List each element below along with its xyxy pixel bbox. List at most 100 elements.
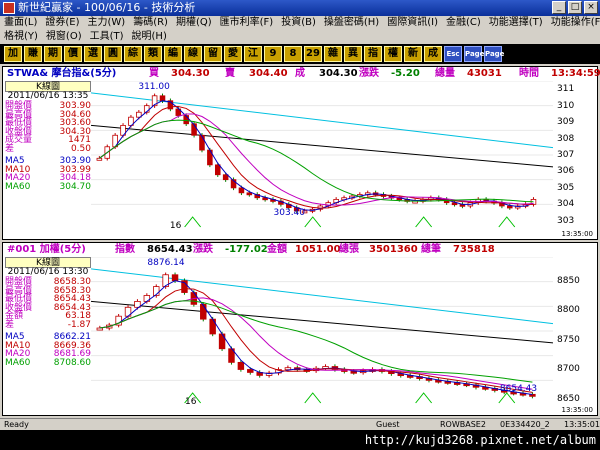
menu-item-3[interactable]: 籌碼(R)	[129, 16, 172, 30]
toolbar-button-12[interactable]: 江	[244, 46, 262, 62]
menu-item-8[interactable]: 國際資訊(I)	[383, 16, 442, 30]
candle	[507, 205, 513, 209]
menu-row-primary: 畫面(L) 證券(E) 主力(W) 籌碼(R) 期權(Q) 匯市利率(F) 投資(B) 操盤密…	[0, 16, 600, 30]
toolbar-button-6[interactable]: 綜	[124, 46, 142, 62]
menu-item-6[interactable]: 投資(B)	[277, 16, 320, 30]
toolbar: 加賺期價選圓綜類編線留愛江 9 8 29 雜異指權新成 Esc Page Page	[0, 44, 600, 64]
index-change: -177.02	[225, 244, 268, 255]
toolbar-button-8[interactable]: 編	[164, 46, 182, 62]
trend-line-cyan	[91, 268, 553, 325]
y-tick-label: 309	[557, 117, 575, 128]
day-label: 16	[170, 221, 182, 229]
menu-item-10[interactable]: 功能選擇(T)	[485, 16, 547, 30]
toolbar-button-0[interactable]: 加	[4, 46, 22, 62]
menu2-item-2[interactable]: 工具(T)	[86, 30, 128, 44]
candlestick-chart-top[interactable]: 311.00 303.40 16	[91, 81, 553, 229]
day-label: 16	[185, 397, 197, 405]
toolbar-icon-button-2[interactable]: Page	[484, 46, 504, 62]
signal-marker	[415, 392, 433, 404]
signal-marker	[415, 216, 433, 228]
minimize-button[interactable]: _	[552, 1, 566, 14]
toolbar-button-3[interactable]: 價	[64, 46, 82, 62]
window-title: 新世紀贏家 - 100/06/16 - 技術分析	[18, 1, 196, 14]
trade-price: 304.30	[319, 68, 358, 79]
toolbar-button-14[interactable]: 8	[284, 46, 302, 62]
candle	[214, 164, 221, 176]
toolbar-button-17[interactable]: 異	[344, 46, 362, 62]
y-tick-label: 8750	[557, 334, 580, 345]
toolbar-button-15[interactable]: 29	[304, 46, 322, 62]
toolbar-button-18[interactable]: 指	[364, 46, 382, 62]
toolbar-button-11[interactable]: 愛	[224, 46, 242, 62]
menu-row-secondary: 格視(Y) 視窗(O) 工具(T) 說明(H)	[0, 30, 171, 44]
menu-item-0[interactable]: 畫面(L)	[0, 16, 41, 30]
toolbar-button-10[interactable]: 留	[204, 46, 222, 62]
status-bar: Ready Guest ROWBASE2 0E334420_2 13:35:01	[0, 418, 600, 430]
menu2-item-1[interactable]: 視窗(O)	[42, 30, 86, 44]
bottom-strip-top: 13:35:00	[3, 229, 597, 239]
candle	[222, 174, 229, 181]
high-annotation: 8876.14	[147, 258, 184, 268]
menu-item-9[interactable]: 金融(C)	[442, 16, 485, 30]
candle	[246, 192, 253, 196]
low-annotation: 303.40	[274, 208, 306, 218]
moving-average-line	[99, 100, 534, 211]
low-annotation: 8654.43	[500, 384, 537, 394]
maximize-button[interactable]: □	[568, 1, 582, 14]
toolbar-button-16[interactable]: 雜	[324, 46, 342, 62]
y-tick-label: 8800	[557, 305, 580, 316]
toolbar-button-21[interactable]: 成	[424, 46, 442, 62]
window-titlebar: 新世紀贏家 - 100/06/16 - 技術分析 _ □ ×	[0, 0, 600, 16]
buy-price: 304.30	[171, 68, 210, 79]
url-watermark: http://kujd3268.pixnet.net/album	[0, 430, 600, 450]
sell-price: 304.40	[249, 68, 288, 79]
toolbar-icon-button-0[interactable]: Esc	[444, 46, 462, 62]
menu-item-7[interactable]: 操盤密碼(H)	[320, 16, 383, 30]
total-sheets: 3501360	[369, 244, 418, 255]
y-tick-label: 303	[557, 215, 575, 226]
signal-marker	[184, 216, 202, 228]
high-annotation: 311.00	[138, 82, 170, 92]
y-axis-bottom: 8850 8800 8750 8700 8650	[555, 257, 595, 405]
toolbar-button-7[interactable]: 類	[144, 46, 162, 62]
toolbar-button-5[interactable]: 圓	[104, 46, 122, 62]
info-box-top: K線圖 2011/06/16 13:35 開盤價 303.90 最高價 304.60 最…	[5, 81, 91, 191]
y-tick-label: 307	[557, 150, 575, 160]
y-tick-label: 310	[557, 100, 575, 111]
candle	[238, 187, 245, 194]
candlestick-chart-bottom[interactable]: 8876.14 8654.43 16	[91, 257, 553, 405]
menu-item-2[interactable]: 主力(W)	[84, 16, 130, 30]
signal-marker	[304, 392, 322, 404]
bottom-strip-bottom: 13:35:00	[3, 405, 597, 415]
menu2-item-0[interactable]: 格視(Y)	[0, 30, 42, 44]
y-tick-label: 305	[557, 182, 575, 193]
signal-marker	[498, 216, 516, 228]
toolbar-button-9[interactable]: 線	[184, 46, 202, 62]
toolbar-button-19[interactable]: 權	[384, 46, 402, 62]
y-tick-label: 8850	[557, 275, 580, 286]
close-button[interactable]: ×	[584, 1, 598, 14]
candle	[199, 134, 205, 151]
toolbar-button-4[interactable]: 選	[84, 46, 102, 62]
quote-header-bottom: #001 加權(5分) 指數 8654.43 漲跌 -177.02 金額 105…	[3, 243, 597, 257]
menu-item-11[interactable]: 功能操作(F)	[547, 16, 600, 30]
info-row: MA60 304.70	[5, 181, 91, 192]
menu2-item-3[interactable]: 說明(H)	[128, 30, 171, 44]
toolbar-button-2[interactable]: 期	[44, 46, 62, 62]
index-value: 8654.43	[147, 244, 193, 255]
signal-marker	[498, 392, 516, 404]
toolbar-button-13[interactable]: 9	[264, 46, 282, 62]
quote-header-top: STWA& 摩台指&(5分) 買 304.30 賣 304.40 成 304.3…	[3, 67, 600, 81]
menu-item-5[interactable]: 匯市利率(F)	[216, 16, 278, 30]
toolbar-button-1[interactable]: 賺	[24, 46, 42, 62]
trade-amount: 1051.00	[295, 244, 341, 255]
toolbar-icon-button-1[interactable]: Page	[464, 46, 484, 62]
moving-average-line	[99, 288, 533, 393]
y-tick-label: 8700	[557, 364, 580, 375]
toolbar-button-20[interactable]: 新	[404, 46, 422, 62]
menu-item-1[interactable]: 證券(E)	[41, 16, 83, 30]
candle	[96, 157, 103, 161]
y-tick-label: 311	[557, 84, 575, 95]
menu-item-4[interactable]: 期權(Q)	[172, 16, 216, 30]
moving-average-line	[99, 297, 533, 390]
